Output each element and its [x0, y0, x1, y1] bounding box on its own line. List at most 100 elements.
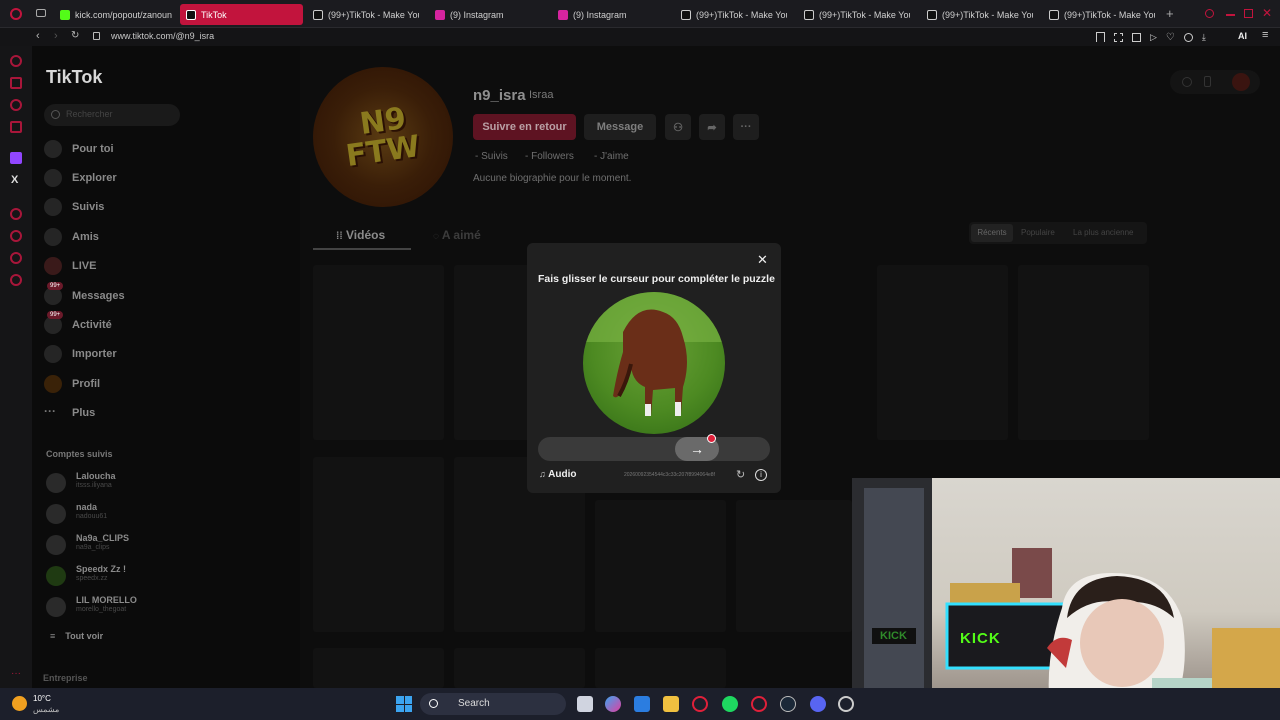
opera-taskbar-icon[interactable]: [692, 696, 708, 712]
close-icon[interactable]: ✕: [757, 252, 768, 268]
store-icon[interactable]: [634, 696, 650, 712]
ai-button[interactable]: AI: [1238, 31, 1247, 41]
profile-icon[interactable]: [1183, 32, 1193, 42]
video-tile[interactable]: [313, 265, 444, 440]
adblock-icon[interactable]: [1132, 32, 1141, 42]
tab-instagram[interactable]: (9) Instagram: [429, 4, 541, 25]
steam-icon[interactable]: [780, 696, 796, 712]
follow-back-button[interactable]: Suivre en retour: [473, 114, 576, 140]
nav-explore[interactable]: Explorer: [44, 167, 244, 189]
device-icon[interactable]: [1204, 76, 1211, 87]
info-icon[interactable]: i: [755, 469, 767, 481]
minimize-icon[interactable]: [1226, 14, 1235, 16]
settings-icon[interactable]: [10, 274, 22, 286]
twitch-icon[interactable]: [10, 152, 22, 164]
messenger-icon[interactable]: [10, 99, 22, 111]
tab-kick[interactable]: kick.com/popout/zanoun: [54, 4, 178, 25]
menu-icon[interactable]: ≡: [1262, 29, 1268, 41]
player-icon[interactable]: ▷: [1150, 32, 1157, 43]
x-icon[interactable]: X: [11, 174, 18, 186]
file-explorer-icon[interactable]: [663, 696, 679, 712]
stat-following[interactable]: - Suivis: [475, 151, 508, 162]
video-tile[interactable]: [877, 265, 1008, 440]
sort-oldest[interactable]: La plus ancienne: [1073, 228, 1134, 237]
discord-icon[interactable]: [810, 696, 826, 712]
tab-videos[interactable]: ⁞⁞ Vidéos: [336, 228, 385, 242]
video-tile[interactable]: [595, 648, 726, 688]
task-view-icon[interactable]: [577, 696, 593, 712]
close-window-icon[interactable]: ✕: [1262, 6, 1272, 20]
tab-tiktok-active[interactable]: TikTok: [180, 4, 303, 25]
account-item[interactable]: Laloucha itsss.iliyana: [46, 471, 246, 497]
spotify-icon[interactable]: [722, 696, 738, 712]
video-tile[interactable]: [1018, 265, 1149, 440]
tab-list-icon[interactable]: [36, 9, 46, 17]
more-sidebar-icon[interactable]: ···: [11, 668, 21, 679]
share-button[interactable]: ➦: [699, 114, 725, 140]
nav-profile[interactable]: Profil: [44, 373, 244, 395]
audio-button[interactable]: ♫ Audio: [539, 469, 577, 480]
stat-likes[interactable]: - J'aime: [594, 151, 629, 162]
bookmark-icon[interactable]: [1096, 32, 1105, 42]
tab-liked[interactable]: ◌ A aimé: [433, 228, 481, 242]
taskbar-search[interactable]: Search: [420, 693, 566, 715]
nav-more[interactable]: ··· Plus: [44, 402, 244, 424]
message-button[interactable]: Message: [584, 114, 656, 140]
user-avatar[interactable]: [1232, 73, 1250, 91]
settings-taskbar-icon[interactable]: [838, 696, 854, 712]
opera-gx-icon[interactable]: [751, 696, 767, 712]
video-tile[interactable]: [313, 457, 444, 632]
nav-live[interactable]: LIVE: [44, 255, 244, 277]
maximize-icon[interactable]: [1244, 9, 1253, 18]
url-field[interactable]: www.tiktok.com/@n9_isra: [111, 31, 214, 41]
refresh-icon[interactable]: ↻: [736, 468, 745, 481]
account-item[interactable]: Speedx Zz ! speedx.zz: [46, 564, 246, 590]
weather-icon[interactable]: [12, 696, 27, 711]
search-tabs-icon[interactable]: [1205, 9, 1214, 18]
nav-messages[interactable]: Messages: [44, 285, 244, 307]
nav-friends[interactable]: Amis: [44, 226, 244, 248]
opera-logo-icon[interactable]: [10, 8, 22, 20]
player-sidebar-icon[interactable]: [10, 208, 22, 220]
see-all-link[interactable]: ≡ Tout voir: [50, 631, 103, 641]
reload-icon[interactable]: ↻: [71, 30, 79, 41]
shopping-icon[interactable]: [10, 77, 22, 89]
heart-icon[interactable]: ♡: [1166, 32, 1175, 43]
tab-tiktok[interactable]: (99+)TikTok - Make Your: [675, 4, 787, 25]
account-item[interactable]: Na9a_CLIPS na9a_clips: [46, 533, 246, 559]
nav-upload[interactable]: Importer: [44, 343, 244, 365]
extensions-icon[interactable]: [10, 252, 22, 264]
sort-recent[interactable]: Récents: [971, 224, 1013, 242]
news-icon[interactable]: [10, 121, 22, 133]
footer-business[interactable]: Entreprise: [43, 673, 88, 683]
forward-icon[interactable]: ›: [54, 30, 58, 42]
tiktok-logo[interactable]: TikTok: [46, 67, 102, 88]
captcha-slider-track[interactable]: →: [538, 437, 770, 461]
add-friend-button[interactable]: ⚇: [665, 114, 691, 140]
new-tab-icon[interactable]: +: [1166, 6, 1174, 21]
back-icon[interactable]: ‹: [36, 30, 40, 42]
download-icon[interactable]: ⤓: [1202, 32, 1206, 43]
nav-activity[interactable]: Activité: [44, 314, 244, 336]
search-input[interactable]: Rechercher: [44, 104, 180, 126]
video-tile[interactable]: [454, 648, 585, 688]
tab-tiktok[interactable]: (99+)TikTok - Make Your: [307, 4, 419, 25]
tab-tiktok[interactable]: (99+)TikTok - Make Your: [798, 4, 910, 25]
tab-instagram[interactable]: (9) Instagram: [552, 4, 664, 25]
copilot-icon[interactable]: [605, 696, 621, 712]
account-item[interactable]: LIL MORELLO morello_thegoat: [46, 595, 246, 621]
stat-followers[interactable]: - Followers: [525, 151, 574, 162]
tab-tiktok[interactable]: (99+)TikTok - Make Your: [1043, 4, 1155, 25]
screenshot-icon[interactable]: [1114, 32, 1123, 42]
aria-icon[interactable]: [10, 55, 22, 67]
video-tile[interactable]: [313, 648, 444, 688]
video-tile[interactable]: [736, 500, 852, 632]
nav-following[interactable]: Suivis: [44, 196, 244, 218]
windows-start-icon[interactable]: [396, 696, 412, 712]
history-icon[interactable]: [10, 230, 22, 242]
account-item[interactable]: nada nadouu61: [46, 502, 246, 528]
sort-popular[interactable]: Populaire: [1021, 228, 1055, 237]
more-options-button[interactable]: ···: [733, 114, 759, 140]
coins-icon[interactable]: [1182, 77, 1192, 87]
tab-tiktok[interactable]: (99+)TikTok - Make Your: [921, 4, 1033, 25]
